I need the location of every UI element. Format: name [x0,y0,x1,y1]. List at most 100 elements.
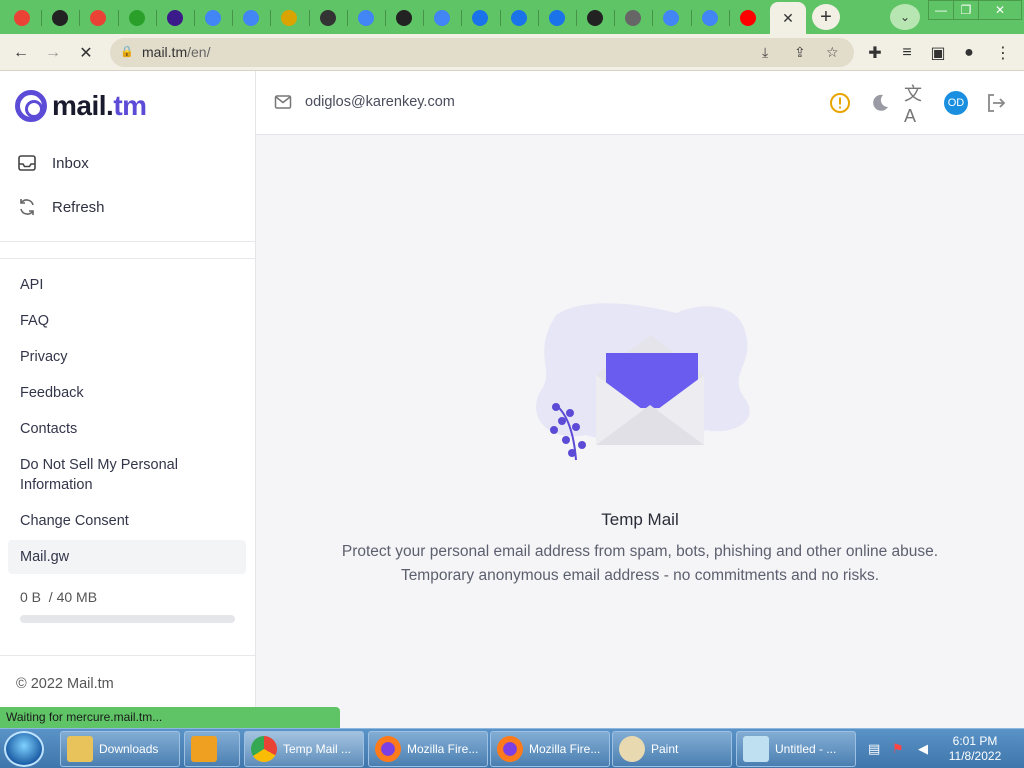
browser-tab[interactable] [43,4,77,32]
taskbar-clock[interactable]: 6:01 PM 11/8/2022 [940,734,1010,764]
tab-close-icon[interactable]: ✕ [782,10,794,27]
action-center-icon[interactable]: ⚑ [892,741,904,757]
contacts-link[interactable]: Contacts [20,419,77,439]
browser-tab[interactable] [463,4,497,32]
share-icon[interactable]: ⇪ [794,44,806,61]
address-bar[interactable]: 🔒 mail.tm/en/ ⤓ ⇪ ☆ [110,38,854,67]
browser-tab[interactable] [196,4,230,32]
at-sign-icon [15,90,47,122]
gmail-icon [14,10,30,26]
start-button[interactable] [4,731,44,767]
media-player-icon [191,736,217,762]
translate-icon[interactable]: 文A [904,84,928,126]
faq-link[interactable]: FAQ [20,311,49,331]
change-consent-link[interactable]: Change Consent [20,511,129,531]
mail-gw-link[interactable]: Mail.gw [8,540,246,574]
google-icon [357,10,374,26]
browser-tab-strip: ✕ + ⌄ — ❐ ✕ [0,0,1024,34]
url-text: mail.tm/en/ [142,44,211,60]
browser-tab[interactable] [81,4,115,32]
restore-button[interactable]: ❐ [953,0,979,20]
refresh-icon [16,196,38,218]
firefox-icon [375,736,401,762]
tab-separator [728,10,730,26]
inbox-label: Inbox [52,154,89,172]
google-icon [243,10,260,26]
tab-search-icon[interactable]: ⌄ [890,4,920,30]
profile-icon[interactable]: ● [958,42,980,64]
tab-separator [690,10,692,26]
logo[interactable]: mail.tm [15,89,147,123]
browser-tab[interactable] [616,4,650,32]
taskbar-notepad[interactable]: Untitled - ... [736,731,856,767]
logo-text: mail.tm [52,90,147,121]
feedback-link[interactable]: Feedback [20,383,84,403]
taskbar-firefox-2[interactable]: Mozilla Fire... [490,731,610,767]
browser-tab[interactable] [425,4,459,32]
tab-separator [423,10,425,26]
browser-tab[interactable] [234,4,268,32]
browser-tab[interactable] [311,4,345,32]
copyright: © 2022 Mail.tm [16,676,114,692]
envelope-icon [274,93,292,111]
taskbar-downloads[interactable]: Downloads [60,731,180,767]
app-icon [166,10,183,26]
privacy-link[interactable]: Privacy [20,347,68,367]
browser-tab[interactable] [502,4,536,32]
browser-tab[interactable] [158,4,192,32]
new-tab-button[interactable]: + [812,4,840,30]
empty-state-title: Temp Mail [601,510,679,529]
sidebar-divider [0,258,255,259]
refresh-label: Refresh [52,198,105,216]
install-icon[interactable]: ⤓ [762,44,768,61]
avatar[interactable]: OD [944,91,968,115]
tab-separator [499,10,501,26]
forward-icon[interactable]: → [42,42,64,64]
warning-icon[interactable] [828,91,852,115]
browser-tab[interactable] [5,4,39,32]
browser-tab[interactable] [578,4,612,32]
network-icon[interactable]: ▤ [868,741,880,757]
sidebar-divider [0,241,255,242]
browser-tab[interactable] [349,4,383,32]
globe-icon [396,10,412,26]
browser-tab[interactable] [120,4,154,32]
browser-tab[interactable] [693,4,727,32]
minimize-button[interactable]: — [928,0,954,20]
paint-icon [619,736,645,762]
active-tab[interactable]: ✕ [770,2,806,34]
api-link[interactable]: API [20,275,43,295]
browser-tab[interactable] [387,4,421,32]
tab-separator [576,10,577,26]
menu-icon[interactable]: ⋮ [992,42,1014,64]
stop-loading-icon[interactable]: ✕ [75,42,97,64]
taskbar-firefox-1[interactable]: Mozilla Fire... [368,731,488,767]
empty-inbox-illustration [536,303,750,461]
bookmark-star-icon[interactable]: ☆ [826,44,839,61]
globe-icon [52,10,69,26]
browser-tab[interactable] [654,4,688,32]
email-address[interactable]: odiglos@karenkey.com [305,94,455,110]
refresh-nav-item[interactable]: Refresh [16,193,105,221]
inbox-nav-item[interactable]: Inbox [16,149,89,177]
media-control-icon[interactable]: ≡ [896,42,918,64]
volume-icon[interactable]: ◀ [918,741,928,757]
close-window-button[interactable]: ✕ [978,0,1022,20]
gmail-icon [90,10,107,26]
side-panel-icon[interactable]: ▣ [927,42,949,64]
browser-tab[interactable] [272,4,306,32]
do-not-sell-link[interactable]: Do Not Sell My Personal Information [20,455,220,495]
storage-usage: 0 B / 40 MB [20,589,98,605]
browser-tab[interactable] [540,4,574,32]
taskbar-paint[interactable]: Paint [612,731,732,767]
tab-separator [308,10,310,26]
dark-mode-moon-icon[interactable] [868,91,892,115]
taskbar-chrome[interactable]: Temp Mail ... [244,731,364,767]
tab-separator [41,10,43,26]
tab-separator [385,10,386,26]
taskbar-media-player[interactable] [184,731,240,767]
extensions-icon[interactable]: ✚ [864,42,886,64]
logout-icon[interactable] [984,91,1008,115]
browser-tab[interactable] [731,4,765,32]
back-icon[interactable]: ← [10,42,32,64]
